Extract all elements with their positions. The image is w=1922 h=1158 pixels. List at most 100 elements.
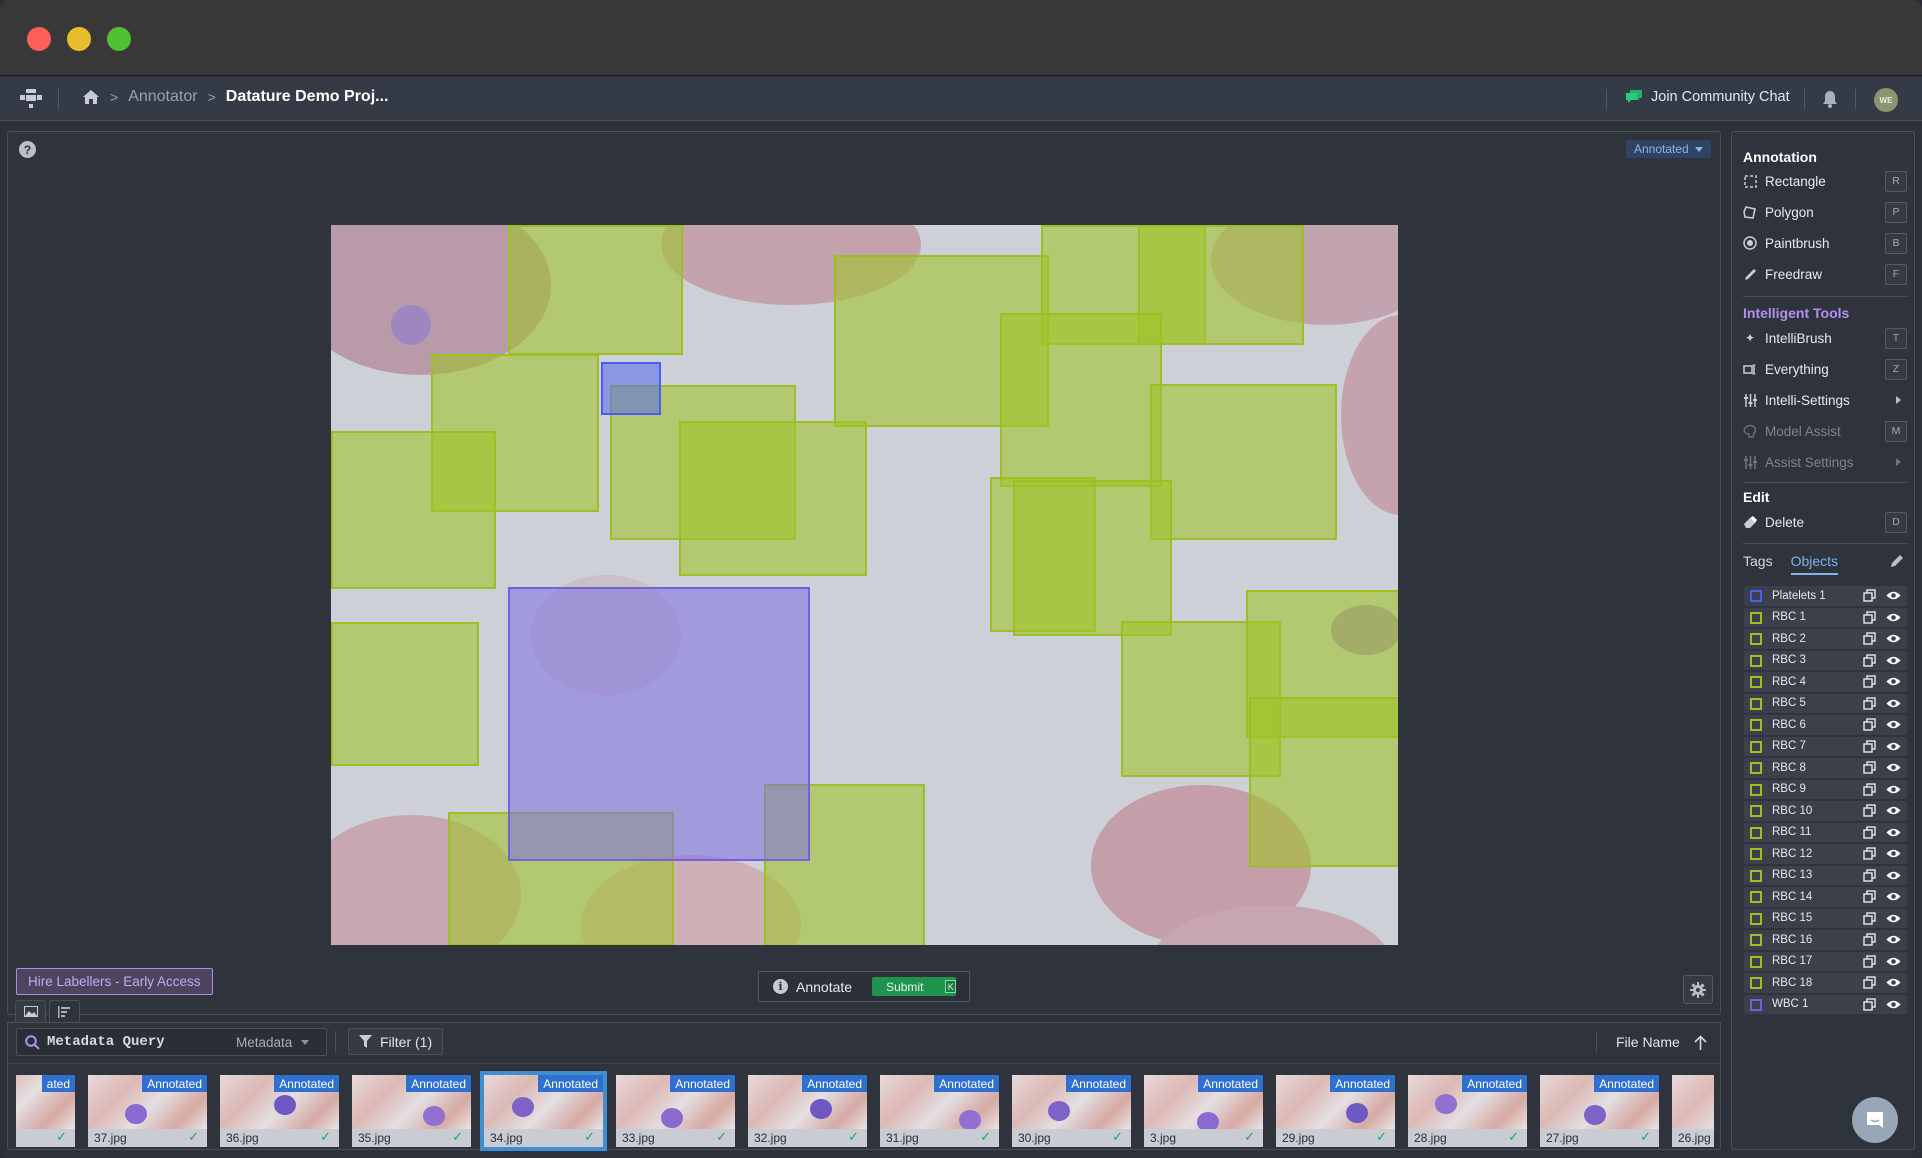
duplicate-icon[interactable] bbox=[1863, 739, 1876, 753]
thumbnail-item[interactable]: Annotated 3.jpg ✓ bbox=[1144, 1075, 1263, 1147]
duplicate-icon[interactable] bbox=[1863, 825, 1876, 839]
duplicate-icon[interactable] bbox=[1863, 804, 1876, 817]
thumbnail-item[interactable]: An26.jpg bbox=[1672, 1075, 1714, 1147]
tab-objects[interactable]: Objects bbox=[1790, 553, 1839, 575]
thumbnail-item[interactable]: Annotated 34.jpg ✓ bbox=[480, 1071, 607, 1151]
thumbnail-item[interactable]: Annotated 35.jpg ✓ bbox=[352, 1075, 471, 1147]
object-list-item[interactable]: RBC 7 bbox=[1744, 736, 1907, 756]
duplicate-icon[interactable] bbox=[1863, 954, 1876, 968]
submit-button[interactable]: Submit K bbox=[872, 977, 957, 996]
tool-model-assist[interactable]: Model Assist M bbox=[1743, 420, 1907, 442]
thumbnail-item[interactable]: Annotated 31.jpg ✓ bbox=[880, 1075, 999, 1147]
tool-freedraw[interactable]: Freedraw F bbox=[1743, 263, 1907, 285]
duplicate-icon[interactable] bbox=[1863, 911, 1876, 925]
duplicate-icon[interactable] bbox=[1863, 653, 1876, 667]
home-icon[interactable] bbox=[82, 88, 100, 106]
duplicate-icon[interactable] bbox=[1863, 847, 1876, 860]
eye-icon[interactable] bbox=[1886, 848, 1901, 859]
minimize-window-button[interactable] bbox=[67, 27, 91, 51]
object-list-item[interactable]: RBC 10 bbox=[1744, 801, 1907, 821]
tab-list-view[interactable] bbox=[49, 1000, 80, 1022]
object-list-item[interactable]: Platelets 1 bbox=[1744, 586, 1907, 606]
eye-icon[interactable] bbox=[1886, 741, 1901, 752]
object-list-item[interactable]: RBC 8 bbox=[1744, 758, 1907, 778]
object-list-item[interactable]: RBC 5 bbox=[1744, 693, 1907, 713]
thumbnail-item[interactable]: Annotated 27.jpg ✓ bbox=[1540, 1075, 1659, 1147]
canvas-settings-button[interactable] bbox=[1683, 975, 1713, 1004]
tool-delete[interactable]: Delete D bbox=[1743, 511, 1907, 533]
duplicate-icon[interactable] bbox=[1863, 632, 1876, 645]
breadcrumb-annotator[interactable]: Annotator bbox=[128, 88, 197, 106]
thumbnail-item[interactable]: Annotated 32.jpg ✓ bbox=[748, 1075, 867, 1147]
filter-button[interactable]: Filter (1) bbox=[348, 1028, 443, 1055]
duplicate-icon[interactable] bbox=[1863, 718, 1876, 731]
object-list-item[interactable]: RBC 6 bbox=[1744, 715, 1907, 735]
tool-polygon[interactable]: Polygon P bbox=[1743, 201, 1907, 223]
eye-icon[interactable] bbox=[1886, 977, 1901, 988]
duplicate-icon[interactable] bbox=[1863, 782, 1876, 796]
duplicate-icon[interactable] bbox=[1863, 997, 1876, 1011]
status-filter-dropdown[interactable]: Annotated bbox=[1626, 140, 1711, 158]
object-list-item[interactable]: WBC 1 bbox=[1744, 994, 1907, 1014]
datature-logo-icon[interactable] bbox=[20, 89, 42, 109]
duplicate-icon[interactable] bbox=[1863, 610, 1876, 624]
annotation-box-rbc[interactable] bbox=[1013, 480, 1172, 636]
object-list-item[interactable]: RBC 9 bbox=[1744, 779, 1907, 799]
tool-everything[interactable]: Everything Z bbox=[1743, 358, 1907, 380]
annotation-box-rbc[interactable] bbox=[1249, 697, 1398, 867]
object-list-item[interactable]: RBC 4 bbox=[1744, 672, 1907, 692]
duplicate-icon[interactable] bbox=[1863, 761, 1876, 774]
thumbnail-item[interactable]: ated ✓ bbox=[16, 1075, 75, 1147]
thumbnail-item[interactable]: Annotated 29.jpg ✓ bbox=[1276, 1075, 1395, 1147]
tab-tags[interactable]: Tags bbox=[1743, 553, 1773, 575]
thumbnail-item[interactable]: Annotated 36.jpg ✓ bbox=[220, 1075, 339, 1147]
object-list-item[interactable]: RBC 15 bbox=[1744, 908, 1907, 928]
annotation-box-rbc[interactable] bbox=[679, 421, 867, 576]
thumbnail-item[interactable]: Annotated 28.jpg ✓ bbox=[1408, 1075, 1527, 1147]
object-list-item[interactable]: RBC 11 bbox=[1744, 822, 1907, 842]
eye-icon[interactable] bbox=[1886, 612, 1901, 623]
annotation-box-rbc[interactable] bbox=[1150, 384, 1337, 540]
eye-icon[interactable] bbox=[1886, 956, 1901, 967]
eye-icon[interactable] bbox=[1886, 913, 1901, 924]
sort-by-control[interactable]: File Name bbox=[1616, 1034, 1707, 1050]
arrow-up-icon[interactable] bbox=[1694, 1034, 1707, 1050]
object-list-item[interactable]: RBC 14 bbox=[1744, 887, 1907, 907]
object-list-item[interactable]: RBC 3 bbox=[1744, 650, 1907, 670]
duplicate-icon[interactable] bbox=[1863, 976, 1876, 989]
thumbnail-item[interactable]: Annotated 30.jpg ✓ bbox=[1012, 1075, 1131, 1147]
join-community-chat-link[interactable]: Join Community Chat bbox=[1625, 89, 1790, 105]
annotation-box-wbc[interactable] bbox=[508, 587, 810, 861]
duplicate-icon[interactable] bbox=[1863, 933, 1876, 946]
tab-thumbnail-view[interactable] bbox=[15, 1000, 46, 1022]
support-chat-button[interactable] bbox=[1852, 1097, 1898, 1143]
eye-icon[interactable] bbox=[1886, 633, 1901, 644]
thumbnail-strip[interactable]: ated ✓ Annotated 37.jpg ✓ Annotated 36.jpg ✓ Ann… bbox=[16, 1071, 1714, 1151]
object-list-item[interactable]: RBC 1 bbox=[1744, 607, 1907, 627]
eye-icon[interactable] bbox=[1886, 698, 1901, 709]
object-list-item[interactable]: RBC 12 bbox=[1744, 844, 1907, 864]
object-list-item[interactable]: RBC 18 bbox=[1744, 973, 1907, 993]
object-list-item[interactable]: RBC 16 bbox=[1744, 930, 1907, 950]
hire-labellers-button[interactable]: Hire Labellers - Early Access bbox=[16, 968, 213, 995]
notification-bell-icon[interactable] bbox=[1822, 90, 1838, 108]
object-list-item[interactable]: RBC 2 bbox=[1744, 629, 1907, 649]
annotation-box-rbc[interactable] bbox=[1138, 225, 1304, 345]
annotation-box-rbc[interactable] bbox=[331, 431, 496, 589]
maximize-window-button[interactable] bbox=[107, 27, 131, 51]
help-icon[interactable]: ? bbox=[19, 141, 36, 158]
duplicate-icon[interactable] bbox=[1863, 868, 1876, 882]
info-icon[interactable]: i bbox=[773, 979, 788, 994]
eye-icon[interactable] bbox=[1886, 805, 1901, 816]
annotation-box-rbc[interactable] bbox=[331, 622, 479, 766]
annotation-box-rbc[interactable] bbox=[508, 225, 683, 355]
tool-paintbrush[interactable]: Paintbrush B bbox=[1743, 232, 1907, 254]
duplicate-icon[interactable] bbox=[1863, 890, 1876, 903]
close-window-button[interactable] bbox=[27, 27, 51, 51]
eye-icon[interactable] bbox=[1886, 784, 1901, 795]
eye-icon[interactable] bbox=[1886, 891, 1901, 902]
duplicate-icon[interactable] bbox=[1863, 675, 1876, 688]
metadata-query-input[interactable]: Metadata Query Metadata bbox=[16, 1028, 327, 1056]
eye-icon[interactable] bbox=[1886, 827, 1901, 838]
query-mode-dropdown[interactable]: Metadata bbox=[236, 1035, 310, 1050]
